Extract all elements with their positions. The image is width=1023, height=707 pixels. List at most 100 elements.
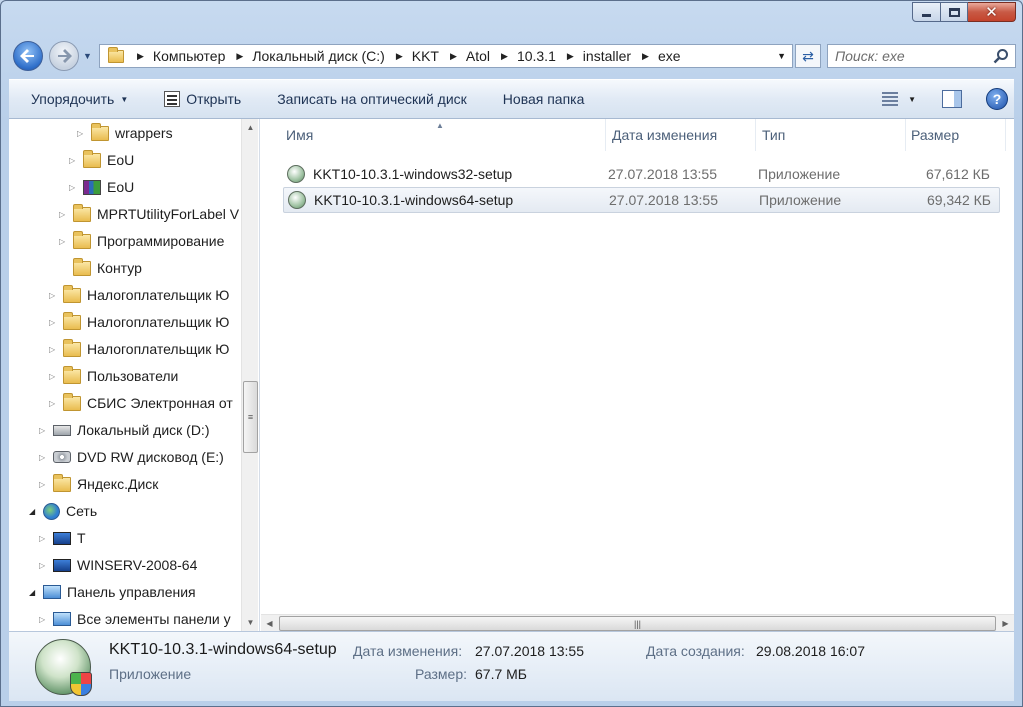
back-button[interactable] [13, 41, 43, 71]
breadcrumb-item-installer[interactable]: installer [583, 48, 631, 64]
forward-button[interactable] [49, 41, 79, 71]
breadcrumb-separator[interactable]: ▶ [137, 51, 144, 62]
tree-item-label: Локальный диск (D:) [77, 422, 210, 438]
tree-item[interactable]: ◢ Сеть [29, 500, 97, 522]
breadcrumb-separator[interactable]: ▶ [567, 51, 574, 62]
horizontal-scrollbar[interactable]: ◀ ||| ▶ [261, 614, 1014, 631]
tree-item[interactable]: ▷ MPRTUtilityForLabel V [59, 203, 239, 225]
breadcrumb-item-drive-c[interactable]: Локальный диск (C:) [252, 48, 385, 64]
file-type: Приложение [759, 192, 842, 208]
collapsed-triangle-icon[interactable]: ▷ [49, 372, 59, 381]
collapsed-triangle-icon[interactable]: ▷ [69, 156, 79, 165]
tree-item[interactable]: ▷ Пользователи [49, 365, 178, 387]
search-icon[interactable] [993, 48, 1009, 64]
breadcrumb-item-atol[interactable]: Atol [466, 48, 490, 64]
refresh-button[interactable]: ⇄ [795, 44, 821, 68]
collapsed-triangle-icon[interactable]: ▷ [39, 561, 49, 570]
tree-item[interactable]: ▷ WINSERV-2008-64 [39, 554, 197, 576]
tree-item[interactable]: ▷ DVD RW дисковод (E:) [39, 446, 224, 468]
scroll-down-icon[interactable]: ▼ [242, 614, 259, 631]
scroll-right-icon[interactable]: ▶ [997, 615, 1014, 632]
tree-item[interactable]: ▷ Все элементы панели у [39, 608, 231, 630]
collapsed-triangle-icon[interactable]: ▷ [39, 426, 49, 435]
open-button[interactable]: Открыть [152, 85, 253, 113]
column-header-date[interactable]: Дата изменения [606, 119, 756, 151]
search-box[interactable]: Поиск: exe [827, 44, 1016, 68]
forward-arrow-icon [58, 49, 72, 63]
maximize-button[interactable] [941, 2, 968, 22]
breadcrumb-item-computer[interactable]: Компьютер [153, 48, 225, 64]
column-header-size[interactable]: Размер [906, 119, 1006, 151]
tree-item[interactable]: ▷ Локальный диск (D:) [39, 419, 210, 441]
tree-item[interactable]: ▷ EoU [69, 176, 134, 198]
collapsed-triangle-icon[interactable]: ▷ [77, 129, 87, 138]
tree-item[interactable]: ▷ wrappers [77, 122, 173, 144]
collapsed-triangle-icon[interactable]: ▷ [59, 237, 69, 246]
scroll-up-icon[interactable]: ▲ [242, 119, 259, 136]
tree-item-label: Панель управления [67, 584, 196, 600]
collapsed-triangle-icon[interactable]: ▷ [69, 183, 79, 192]
collapsed-triangle-icon[interactable]: ▷ [39, 534, 49, 543]
collapsed-triangle-icon[interactable]: ▷ [59, 210, 69, 219]
scroll-left-icon[interactable]: ◀ [261, 615, 278, 632]
collapsed-triangle-icon[interactable]: ▷ [39, 615, 49, 624]
file-name: KKT10-10.3.1-windows32-setup [313, 166, 513, 182]
tree-item[interactable]: ▷ Яндекс.Диск [39, 473, 158, 495]
column-date-label: Дата изменения [612, 127, 718, 143]
burn-disc-button[interactable]: Записать на оптический диск [265, 85, 479, 113]
tree-item[interactable]: ▷ Налогоплательщик Ю [49, 284, 229, 306]
breadcrumb-separator[interactable]: ▶ [501, 51, 508, 62]
vertical-scrollbar[interactable]: ▲ ≡ ▼ [241, 119, 258, 631]
breadcrumb-separator[interactable]: ▶ [642, 51, 649, 62]
file-row[interactable]: KKT10-10.3.1-windows32-setup 27.07.2018 … [283, 161, 1000, 187]
preview-pane-icon[interactable] [942, 90, 962, 108]
folder-icon [73, 257, 91, 276]
collapsed-triangle-icon[interactable]: ▷ [49, 291, 59, 300]
uac-shield-icon [70, 672, 92, 696]
network-icon [43, 502, 60, 520]
vertical-scroll-thumb[interactable]: ≡ [243, 381, 258, 453]
new-folder-button[interactable]: Новая папка [491, 85, 597, 113]
breadcrumb-item-exe[interactable]: exe [658, 48, 681, 64]
tree-item[interactable]: ▷ EoU [69, 149, 134, 171]
tree-item[interactable]: ▷ Налогоплательщик Ю [49, 311, 229, 333]
collapsed-triangle-icon[interactable]: ▷ [39, 453, 49, 462]
collapsed-triangle-icon[interactable]: ▷ [39, 480, 49, 489]
view-dropdown-icon[interactable]: ▼ [908, 95, 916, 104]
tree-item[interactable]: ▷ Программирование [59, 230, 224, 252]
folder-icon [91, 122, 109, 141]
column-header-type[interactable]: Тип [756, 119, 906, 151]
address-bar[interactable]: ▶ Компьютер ▶ Локальный диск (C:) ▶ KKT … [99, 44, 793, 68]
breadcrumb-item-version[interactable]: 10.3.1 [517, 48, 556, 64]
minimize-button[interactable] [912, 2, 941, 22]
tree-item[interactable]: ▷ Налогоплательщик Ю [49, 338, 229, 360]
recent-pages-dropdown[interactable]: ▼ [83, 51, 92, 61]
tree-item[interactable]: ▷ СБИС Электронная от [49, 392, 233, 414]
installer-large-icon [35, 639, 92, 696]
breadcrumb-separator[interactable]: ▶ [396, 51, 403, 62]
organize-button[interactable]: Упорядочить ▼ [9, 85, 140, 113]
address-history-dropdown[interactable]: ▼ [777, 51, 786, 61]
help-icon[interactable]: ? [986, 88, 1008, 110]
breadcrumb: ▶ Компьютер ▶ Локальный диск (C:) ▶ KKT … [126, 48, 681, 64]
tree-item[interactable]: ◢ Панель управления [29, 581, 196, 603]
horizontal-scroll-thumb[interactable]: ||| [279, 616, 996, 631]
column-header-name[interactable]: ▲ Имя [261, 119, 606, 151]
collapsed-triangle-icon[interactable]: ▷ [49, 345, 59, 354]
collapsed-triangle-icon[interactable]: ▷ [49, 399, 59, 408]
tree-item[interactable]: ▷ T [39, 527, 86, 549]
view-mode-icon[interactable] [882, 92, 899, 106]
organize-label: Упорядочить [31, 91, 115, 107]
search-input[interactable]: Поиск: exe [835, 48, 993, 64]
expanded-triangle-icon[interactable]: ◢ [29, 588, 39, 597]
close-button[interactable]: ✕ [968, 2, 1016, 22]
breadcrumb-separator[interactable]: ▶ [450, 51, 457, 62]
file-name: KKT10-10.3.1-windows64-setup [314, 192, 514, 208]
expanded-triangle-icon[interactable]: ◢ [29, 507, 39, 516]
breadcrumb-item-kkt[interactable]: KKT [412, 48, 439, 64]
breadcrumb-separator[interactable]: ▶ [236, 51, 243, 62]
tree-item[interactable]: Контур [59, 257, 142, 279]
file-row-selected[interactable]: KKT10-10.3.1-windows64-setup 27.07.2018 … [283, 187, 1000, 213]
control-panel-icon [53, 612, 71, 626]
collapsed-triangle-icon[interactable]: ▷ [49, 318, 59, 327]
